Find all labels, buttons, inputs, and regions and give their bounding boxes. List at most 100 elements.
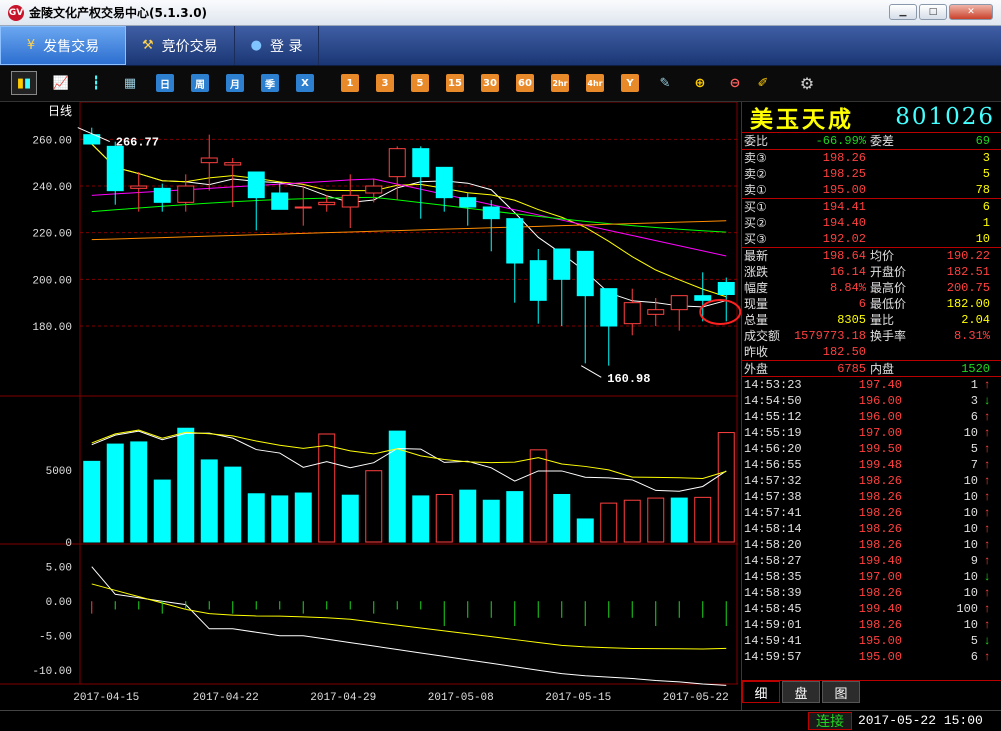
- candle-body: [623, 302, 641, 325]
- y-tick-label: 0: [65, 538, 72, 550]
- year-button[interactable]: Y: [621, 74, 639, 92]
- tick-volume: 10: [963, 570, 978, 584]
- lo-pointer-line: [580, 365, 602, 378]
- volume-bar: [365, 470, 383, 543]
- tick-volume: 9: [970, 554, 978, 568]
- order-ratio-row: 委比 -66.99% 委差 69: [742, 133, 1001, 150]
- volume-bar: [435, 493, 453, 543]
- calendar-icon[interactable]: ▦: [121, 74, 139, 92]
- settings-gear-icon[interactable]: ⚙: [798, 74, 816, 93]
- minute-30-button[interactable]: 30: [481, 74, 499, 92]
- hour-2-button[interactable]: 2hr: [551, 74, 569, 92]
- tick-price: 197.40: [858, 378, 902, 392]
- tab-chart[interactable]: 图: [822, 681, 860, 703]
- weibi-value: -66.99%: [815, 134, 866, 148]
- candle-body: [365, 185, 383, 194]
- tick-row: 14:58:39 198.26 10 ↑: [742, 585, 1001, 601]
- edit-icon[interactable]: ✎: [656, 74, 674, 92]
- bid-row: 买① 194.41 6: [742, 199, 1001, 215]
- minute-60-button[interactable]: 60: [516, 74, 534, 92]
- candle-body: [717, 282, 735, 296]
- minute-3-button[interactable]: 3: [376, 74, 394, 92]
- period-week-button[interactable]: 周: [191, 74, 209, 92]
- y-tick-label: 240.00: [32, 182, 72, 194]
- close-icon[interactable]: ✕: [949, 4, 993, 20]
- candle-body: [529, 260, 547, 301]
- tick-time: 14:56:20: [744, 442, 802, 456]
- tick-time: 14:58:20: [744, 538, 802, 552]
- tick-row: 14:57:41 198.26 10 ↑: [742, 505, 1001, 521]
- volume-bar: [506, 491, 524, 543]
- zoom-out-icon[interactable]: ⊖: [726, 74, 744, 92]
- stat-label: 开盘价: [870, 265, 907, 279]
- tick-time: 14:57:41: [744, 506, 802, 520]
- inner-value: 1520: [961, 362, 990, 376]
- tick-volume: 10: [963, 586, 978, 600]
- tab-auction-trading[interactable]: ⚒ 竞价交易: [126, 26, 235, 65]
- line-chart-icon[interactable]: 📈: [52, 74, 70, 92]
- bid-row: 买② 194.40 1: [742, 215, 1001, 231]
- window-title: 金陵文化产权交易中心(5.1.3.0): [29, 6, 208, 20]
- tick-price: 199.40: [858, 602, 902, 616]
- candle-body: [271, 192, 289, 210]
- minimize-icon[interactable]: ▁: [889, 4, 917, 20]
- maximize-icon[interactable]: □: [919, 4, 947, 20]
- tab-detail[interactable]: 细: [742, 681, 780, 703]
- candle-body: [553, 248, 571, 280]
- tick-volume: 5: [970, 442, 978, 456]
- tab-orderbook[interactable]: 盘: [782, 681, 820, 703]
- tick-row: 14:55:12 196.00 6 ↑: [742, 409, 1001, 425]
- stat-value: [924, 344, 990, 360]
- tick-price: 199.50: [858, 442, 902, 456]
- stat-label: 幅度: [744, 281, 769, 295]
- candle-body: [106, 145, 124, 192]
- stat-label: 现量: [744, 297, 769, 311]
- tab-login[interactable]: ● 登 录: [235, 26, 320, 65]
- tick-list[interactable]: 14:53:23 197.40 1 ↑ 14:54:50 196.00 3 ↓ 14:55:12…: [742, 377, 1001, 665]
- ask-volume: 78: [975, 183, 990, 197]
- volume-bar: [459, 489, 477, 543]
- tick-row: 14:57:38 198.26 10 ↑: [742, 489, 1001, 505]
- tick-price: 195.00: [858, 650, 902, 664]
- bid-label: 买①: [744, 200, 767, 214]
- period-day-button[interactable]: 日: [156, 74, 174, 92]
- y-tick-label: 220.00: [32, 229, 72, 241]
- weibi-label: 委比: [744, 134, 769, 148]
- stat-label: 昨收: [744, 345, 769, 359]
- lo-annotation: 160.98: [607, 372, 650, 386]
- zoom-in-icon[interactable]: ⊕: [691, 74, 709, 92]
- volume-bar: [412, 495, 430, 543]
- candle-body: [224, 162, 242, 166]
- status-bar: 连接 2017-05-22 15:00: [0, 710, 1001, 730]
- minute-15-button[interactable]: 15: [446, 74, 464, 92]
- hour-4-button[interactable]: 4hr: [586, 74, 604, 92]
- chart-area[interactable]: 日线 260.00 240.00 220.00 200.00 180.00 266.77 16…: [0, 102, 741, 710]
- stat-label: 总量: [744, 313, 769, 327]
- candle-body: [200, 157, 218, 164]
- bars-chart-icon[interactable]: ┇: [87, 74, 105, 92]
- candle-body: [130, 185, 148, 189]
- minute-1-button[interactable]: 1: [341, 74, 359, 92]
- tab-primary-trading[interactable]: ¥ 发售交易: [0, 26, 126, 65]
- tick-volume: 1: [970, 378, 978, 392]
- volume-bar: [177, 427, 195, 543]
- draw-tool-icon[interactable]: ✐: [754, 74, 772, 92]
- stat-label: 最低价: [870, 297, 907, 311]
- candlestick-chart-icon[interactable]: ▮ ▮: [11, 71, 37, 95]
- stat-value: 190.22: [946, 249, 990, 263]
- ask-price: 198.25: [822, 167, 866, 181]
- volume-bar: [271, 495, 289, 543]
- x-tick-label: 2017-05-22: [663, 692, 729, 704]
- tab-label: 登 录: [270, 38, 303, 55]
- period-month-button[interactable]: 月: [226, 74, 244, 92]
- app-logo-icon: GV: [8, 4, 24, 21]
- period-x-button[interactable]: X: [296, 74, 314, 92]
- tick-volume: 100: [956, 602, 978, 616]
- minute-5-button[interactable]: 5: [411, 74, 429, 92]
- tick-row: 14:58:14 198.26 10 ↑: [742, 521, 1001, 537]
- period-quarter-button[interactable]: 季: [261, 74, 279, 92]
- ask-book: 卖③ 198.26 3 卖② 198.25 5 卖① 195.00 78: [742, 150, 1001, 199]
- quote-bottom-tabs: 细 盘 图: [742, 680, 1001, 704]
- y-tick-label: 0.00: [46, 597, 72, 609]
- kline-chart[interactable]: 日线 260.00 240.00 220.00 200.00 180.00 266.77 16…: [0, 102, 741, 710]
